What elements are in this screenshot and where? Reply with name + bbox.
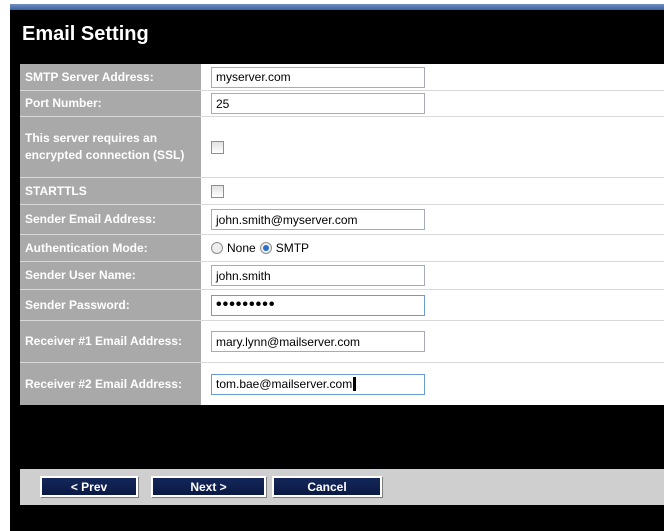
- auth-mode-label: Authentication Mode:: [20, 235, 202, 261]
- button-bar: < Prev Next > Cancel: [20, 469, 664, 505]
- receiver2-input[interactable]: tom.bae@mailserver.com: [211, 373, 425, 395]
- sender-user-input[interactable]: john.smith: [211, 265, 425, 286]
- page-title: Email Setting: [22, 23, 149, 45]
- auth-none-radio[interactable]: [211, 242, 223, 254]
- row-sender-password: Sender Password: •••••••••: [20, 290, 664, 321]
- sender-password-input[interactable]: •••••••••: [211, 294, 425, 316]
- smtp-server-input[interactable]: myserver.com: [211, 66, 425, 88]
- row-receiver1: Receiver #1 Email Address: mary.lynn@mai…: [20, 321, 664, 363]
- settings-form: SMTP Server Address: myserver.com Port N…: [20, 64, 664, 405]
- auth-none-label: None: [227, 241, 256, 255]
- receiver2-value: tom.bae@mailserver.com: [216, 377, 353, 391]
- row-sender-email: Sender Email Address: john.smith@myserve…: [20, 205, 664, 235]
- prev-button[interactable]: < Prev: [40, 476, 138, 497]
- sender-password-label: Sender Password:: [20, 290, 202, 320]
- cancel-button[interactable]: Cancel: [272, 476, 382, 497]
- text-cursor: [353, 377, 357, 391]
- smtp-server-label: SMTP Server Address:: [20, 64, 202, 90]
- next-button[interactable]: Next >: [151, 476, 266, 497]
- sender-email-label: Sender Email Address:: [20, 205, 202, 234]
- row-auth-mode: Authentication Mode: None SMTP: [20, 235, 664, 262]
- row-sender-user: Sender User Name: john.smith: [20, 262, 664, 290]
- row-smtp-server: SMTP Server Address: myserver.com: [20, 64, 664, 91]
- ssl-label: This server requires an encrypted connec…: [20, 117, 202, 177]
- sender-email-input[interactable]: john.smith@myserver.com: [211, 209, 425, 230]
- row-starttls: STARTTLS: [20, 178, 664, 205]
- sender-user-label: Sender User Name:: [20, 262, 202, 289]
- starttls-checkbox[interactable]: [211, 184, 224, 198]
- receiver2-label: Receiver #2 Email Address:: [20, 363, 202, 405]
- starttls-label: STARTTLS: [20, 178, 202, 204]
- row-ssl: This server requires an encrypted connec…: [20, 117, 664, 178]
- ssl-checkbox[interactable]: [211, 140, 224, 154]
- receiver1-label: Receiver #1 Email Address:: [20, 321, 202, 362]
- port-label: Port Number:: [20, 91, 202, 116]
- auth-smtp-radio[interactable]: [259, 242, 272, 254]
- top-border: [10, 4, 664, 10]
- receiver1-input[interactable]: mary.lynn@mailserver.com: [211, 331, 425, 352]
- port-input[interactable]: 25: [211, 93, 425, 114]
- row-port: Port Number: 25: [20, 91, 664, 117]
- row-receiver2: Receiver #2 Email Address: tom.bae@mails…: [20, 363, 664, 405]
- auth-smtp-label: SMTP: [275, 241, 310, 255]
- email-setting-panel: Email Setting SMTP Server Address: myser…: [10, 4, 664, 531]
